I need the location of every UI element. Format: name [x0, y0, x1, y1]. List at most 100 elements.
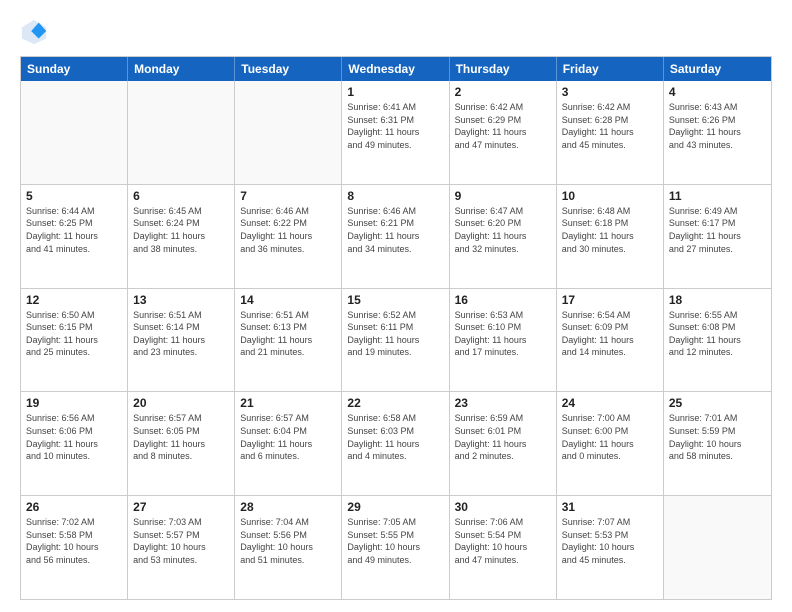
calendar-cell: 26 Sunrise: 7:02 AMSunset: 5:58 PMDayligh…	[21, 496, 128, 599]
day-info: Sunrise: 6:45 AMSunset: 6:24 PMDaylight:…	[133, 205, 229, 255]
day-number: 31	[562, 500, 658, 514]
day-number: 17	[562, 293, 658, 307]
day-info: Sunrise: 7:05 AMSunset: 5:55 PMDaylight:…	[347, 516, 443, 566]
day-number: 24	[562, 396, 658, 410]
day-number: 20	[133, 396, 229, 410]
weekday-header-friday: Friday	[557, 57, 664, 81]
calendar-cell: 7Sunrise: 6:46 AMSunset: 6:22 PMDaylight…	[235, 185, 342, 288]
day-number: 2	[455, 85, 551, 99]
weekday-header-thursday: Thursday	[450, 57, 557, 81]
day-info: Sunrise: 6:52 AMSunset: 6:11 PMDaylight:…	[347, 309, 443, 359]
calendar-body: 1 Sunrise: 6:41 AMSunset: 6:31 PMDaylight…	[21, 81, 771, 599]
calendar-row-1: 5 Sunrise: 6:44 AMSunset: 6:25 PMDaylight…	[21, 185, 771, 289]
day-info: Sunrise: 7:07 AMSunset: 5:53 PMDaylight:…	[562, 516, 658, 566]
header	[20, 18, 772, 46]
calendar-cell: 5 Sunrise: 6:44 AMSunset: 6:25 PMDaylight…	[21, 185, 128, 288]
day-number: 8	[347, 189, 443, 203]
calendar-cell: 29 Sunrise: 7:05 AMSunset: 5:55 PMDayligh…	[342, 496, 449, 599]
day-info: Sunrise: 6:54 AMSunset: 6:09 PMDaylight:…	[562, 309, 658, 359]
calendar-cell: 13Sunrise: 6:51 AMSunset: 6:14 PMDayligh…	[128, 289, 235, 392]
calendar-row-2: 12 Sunrise: 6:50 AMSunset: 6:15 PMDayligh…	[21, 289, 771, 393]
logo	[20, 18, 52, 46]
calendar-cell	[128, 81, 235, 184]
day-info: Sunrise: 7:00 AMSunset: 6:00 PMDaylight:…	[562, 412, 658, 462]
day-info: Sunrise: 6:48 AMSunset: 6:18 PMDaylight:…	[562, 205, 658, 255]
day-number: 5	[26, 189, 122, 203]
day-info: Sunrise: 6:51 AMSunset: 6:13 PMDaylight:…	[240, 309, 336, 359]
calendar-cell: 9Sunrise: 6:47 AMSunset: 6:20 PMDaylight…	[450, 185, 557, 288]
weekday-header-saturday: Saturday	[664, 57, 771, 81]
calendar-cell	[235, 81, 342, 184]
weekday-header-monday: Monday	[128, 57, 235, 81]
calendar-cell: 20Sunrise: 6:57 AMSunset: 6:05 PMDayligh…	[128, 392, 235, 495]
calendar-cell: 19Sunrise: 6:56 AMSunset: 6:06 PMDayligh…	[21, 392, 128, 495]
calendar-cell: 16Sunrise: 6:53 AMSunset: 6:10 PMDayligh…	[450, 289, 557, 392]
day-info: Sunrise: 6:44 AMSunset: 6:25 PMDaylight:…	[26, 205, 122, 255]
day-info: Sunrise: 7:03 AMSunset: 5:57 PMDaylight:…	[133, 516, 229, 566]
calendar-cell: 3 Sunrise: 6:42 AMSunset: 6:28 PMDaylight…	[557, 81, 664, 184]
day-info: Sunrise: 6:59 AMSunset: 6:01 PMDaylight:…	[455, 412, 551, 462]
day-number: 12	[26, 293, 122, 307]
day-number: 6	[133, 189, 229, 203]
calendar-cell: 10 Sunrise: 6:48 AMSunset: 6:18 PMDayligh…	[557, 185, 664, 288]
calendar-cell: 15 Sunrise: 6:52 AMSunset: 6:11 PMDayligh…	[342, 289, 449, 392]
calendar-cell	[664, 496, 771, 599]
calendar-cell: 24 Sunrise: 7:00 AMSunset: 6:00 PMDayligh…	[557, 392, 664, 495]
calendar-cell: 22Sunrise: 6:58 AMSunset: 6:03 PMDayligh…	[342, 392, 449, 495]
calendar-cell: 1 Sunrise: 6:41 AMSunset: 6:31 PMDaylight…	[342, 81, 449, 184]
calendar-cell: 14 Sunrise: 6:51 AMSunset: 6:13 PMDayligh…	[235, 289, 342, 392]
day-number: 19	[26, 396, 122, 410]
day-number: 11	[669, 189, 766, 203]
calendar-cell: 23 Sunrise: 6:59 AMSunset: 6:01 PMDayligh…	[450, 392, 557, 495]
calendar-cell: 2 Sunrise: 6:42 AMSunset: 6:29 PMDaylight…	[450, 81, 557, 184]
day-info: Sunrise: 6:42 AMSunset: 6:28 PMDaylight:…	[562, 101, 658, 151]
day-info: Sunrise: 6:57 AMSunset: 6:04 PMDaylight:…	[240, 412, 336, 462]
day-number: 21	[240, 396, 336, 410]
calendar-cell: 30Sunrise: 7:06 AMSunset: 5:54 PMDayligh…	[450, 496, 557, 599]
calendar-cell: 27 Sunrise: 7:03 AMSunset: 5:57 PMDayligh…	[128, 496, 235, 599]
day-number: 27	[133, 500, 229, 514]
day-info: Sunrise: 6:42 AMSunset: 6:29 PMDaylight:…	[455, 101, 551, 151]
day-info: Sunrise: 6:43 AMSunset: 6:26 PMDaylight:…	[669, 101, 766, 151]
day-number: 23	[455, 396, 551, 410]
day-info: Sunrise: 6:41 AMSunset: 6:31 PMDaylight:…	[347, 101, 443, 151]
calendar-cell: 4 Sunrise: 6:43 AMSunset: 6:26 PMDaylight…	[664, 81, 771, 184]
day-info: Sunrise: 6:46 AMSunset: 6:22 PMDaylight:…	[240, 205, 336, 255]
day-number: 29	[347, 500, 443, 514]
day-number: 4	[669, 85, 766, 99]
day-number: 14	[240, 293, 336, 307]
calendar-row-3: 19Sunrise: 6:56 AMSunset: 6:06 PMDayligh…	[21, 392, 771, 496]
day-number: 30	[455, 500, 551, 514]
day-number: 1	[347, 85, 443, 99]
calendar-cell: 18 Sunrise: 6:55 AMSunset: 6:08 PMDayligh…	[664, 289, 771, 392]
day-number: 22	[347, 396, 443, 410]
day-number: 3	[562, 85, 658, 99]
day-number: 18	[669, 293, 766, 307]
day-number: 10	[562, 189, 658, 203]
day-info: Sunrise: 6:51 AMSunset: 6:14 PMDaylight:…	[133, 309, 229, 359]
day-number: 25	[669, 396, 766, 410]
calendar-row-4: 26 Sunrise: 7:02 AMSunset: 5:58 PMDayligh…	[21, 496, 771, 599]
logo-icon	[20, 18, 48, 46]
calendar-cell: 12 Sunrise: 6:50 AMSunset: 6:15 PMDayligh…	[21, 289, 128, 392]
calendar-cell: 11 Sunrise: 6:49 AMSunset: 6:17 PMDayligh…	[664, 185, 771, 288]
day-info: Sunrise: 6:50 AMSunset: 6:15 PMDaylight:…	[26, 309, 122, 359]
calendar-cell: 6 Sunrise: 6:45 AMSunset: 6:24 PMDaylight…	[128, 185, 235, 288]
day-number: 15	[347, 293, 443, 307]
page: SundayMondayTuesdayWednesdayThursdayFrid…	[0, 0, 792, 612]
day-info: Sunrise: 6:46 AMSunset: 6:21 PMDaylight:…	[347, 205, 443, 255]
day-info: Sunrise: 6:49 AMSunset: 6:17 PMDaylight:…	[669, 205, 766, 255]
day-number: 28	[240, 500, 336, 514]
calendar: SundayMondayTuesdayWednesdayThursdayFrid…	[20, 56, 772, 600]
calendar-cell: 8 Sunrise: 6:46 AMSunset: 6:21 PMDaylight…	[342, 185, 449, 288]
calendar-cell: 31 Sunrise: 7:07 AMSunset: 5:53 PMDayligh…	[557, 496, 664, 599]
day-info: Sunrise: 7:02 AMSunset: 5:58 PMDaylight:…	[26, 516, 122, 566]
calendar-cell	[21, 81, 128, 184]
day-number: 26	[26, 500, 122, 514]
day-info: Sunrise: 6:53 AMSunset: 6:10 PMDaylight:…	[455, 309, 551, 359]
weekday-header-tuesday: Tuesday	[235, 57, 342, 81]
weekday-header-wednesday: Wednesday	[342, 57, 449, 81]
day-number: 9	[455, 189, 551, 203]
day-info: Sunrise: 6:55 AMSunset: 6:08 PMDaylight:…	[669, 309, 766, 359]
day-info: Sunrise: 7:01 AMSunset: 5:59 PMDaylight:…	[669, 412, 766, 462]
